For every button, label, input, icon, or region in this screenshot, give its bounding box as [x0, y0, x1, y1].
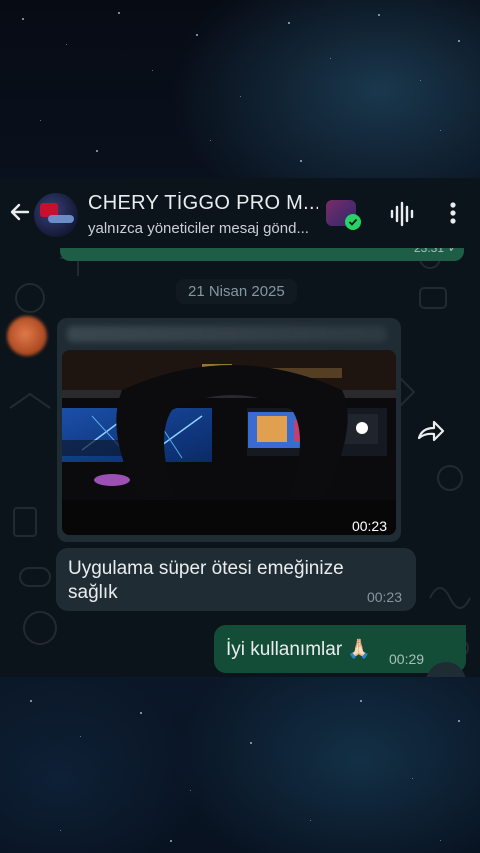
car-dashboard-image [62, 350, 396, 535]
video-thumbnail[interactable] [62, 350, 396, 535]
video-message-bubble[interactable]: 00:23 [57, 318, 401, 542]
forward-share-icon[interactable] [416, 418, 446, 444]
message-time: 00:23 [366, 589, 402, 605]
scroll-to-bottom-button[interactable] [426, 662, 466, 677]
group-title[interactable]: CHERY TİGGO PRO M... [88, 192, 318, 215]
more-vertical-icon[interactable] [442, 200, 464, 226]
video-duration: 00:23 [351, 518, 387, 534]
message-text: Uygulama süper ötesi emeğinize sağlık [68, 558, 344, 603]
chevron-down-icon [426, 662, 466, 677]
chat-screen: CHERY TİGGO PRO M... yalnızca yöneticile… [0, 178, 480, 677]
group-subtitle[interactable]: yalnızca yöneticiler mesaj gönd... [88, 220, 318, 237]
sender-avatar[interactable] [7, 316, 47, 356]
arrow-left-icon[interactable] [8, 200, 32, 224]
incoming-text-message[interactable]: Uygulama süper ötesi emeğinize sağlık 00… [56, 548, 416, 611]
voice-wave-icon[interactable] [389, 201, 415, 227]
chat-header: CHERY TİGGO PRO M... yalnızca yöneticile… [0, 178, 480, 248]
group-avatar[interactable] [34, 193, 78, 237]
date-separator: 21 Nisan 2025 [176, 279, 297, 304]
message-text: İyi kullanımlar 🙏🏻 [226, 639, 372, 660]
sender-name-redacted [67, 326, 387, 342]
check-badge-icon [345, 214, 361, 230]
message-time: 00:29 [389, 651, 425, 667]
